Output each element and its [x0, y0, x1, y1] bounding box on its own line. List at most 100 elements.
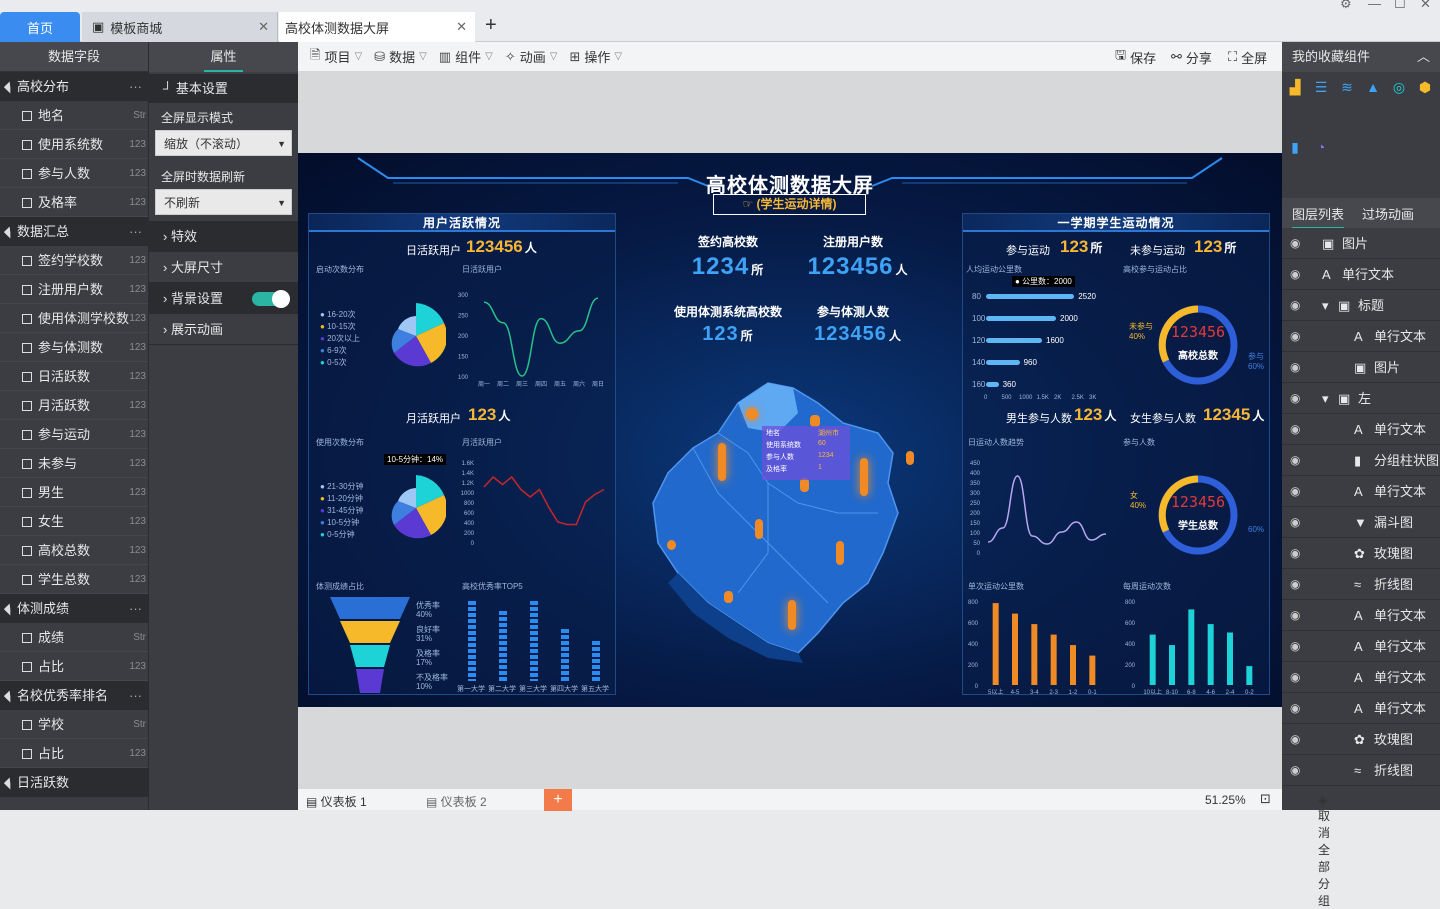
tab-dashboard[interactable]: 高校体测数据大屏 ✕	[279, 12, 475, 42]
tab-layer-list[interactable]: 图层列表	[1292, 204, 1345, 229]
eye-icon[interactable]: ◉	[1290, 352, 1300, 383]
field-item[interactable]: 成绩 Str	[0, 623, 148, 652]
fullscreen-button[interactable]: ⛶ 全屏	[1228, 42, 1267, 72]
checkbox[interactable]	[22, 198, 32, 208]
checkbox[interactable]	[22, 111, 32, 121]
checkbox[interactable]	[22, 749, 32, 759]
eye-icon[interactable]: ◉	[1290, 414, 1300, 445]
checkbox[interactable]	[22, 140, 32, 150]
eye-icon[interactable]: ◉	[1290, 228, 1300, 259]
map-marker[interactable]	[906, 451, 914, 465]
field-group[interactable]: 高校分布 ···	[0, 72, 148, 101]
layer-item[interactable]: ◉ ≈ 折线图	[1282, 755, 1440, 786]
eye-icon[interactable]: ◉	[1290, 538, 1300, 569]
field-group[interactable]: 名校优秀率排名 ···	[0, 681, 148, 710]
field-item[interactable]: 参与体测数 123	[0, 333, 148, 362]
gauge-icon[interactable]: ◔	[1312, 138, 1330, 156]
field-item[interactable]: 学生总数 123	[0, 565, 148, 594]
layer-item[interactable]: ◉ ▮ 分组柱状图	[1282, 445, 1440, 476]
donut-chart-icon[interactable]: ◎	[1390, 78, 1408, 96]
checkbox[interactable]	[22, 459, 32, 469]
field-item[interactable]: 参与运动 123	[0, 420, 148, 449]
project-menu[interactable]: 🗎 项目 ▽	[310, 46, 362, 68]
layer-item[interactable]: ◉ ≈ 折线图	[1282, 569, 1440, 600]
hexagon-icon[interactable]: ⬢	[1416, 78, 1434, 96]
more-icon[interactable]: ···	[129, 72, 142, 101]
eye-icon[interactable]: ◉	[1290, 631, 1300, 662]
save-button[interactable]: 🖫 保存	[1115, 42, 1156, 72]
eye-icon[interactable]: ◉	[1290, 476, 1300, 507]
layer-item[interactable]: ◉ ▼ 漏斗图	[1282, 507, 1440, 538]
bg-row[interactable]: › 背景设置	[149, 283, 298, 314]
column-chart-icon[interactable]: ▮	[1286, 138, 1304, 156]
layer-item[interactable]: ◉ ▾ ▣ 左	[1282, 383, 1440, 414]
bg-toggle[interactable]	[252, 290, 290, 308]
layer-item[interactable]: ◉ A 单行文本	[1282, 414, 1440, 445]
eye-icon[interactable]: ◉	[1290, 569, 1300, 600]
window-close-icon[interactable]: ✕	[1420, 0, 1431, 12]
close-icon[interactable]: ✕	[258, 19, 269, 35]
map-marker[interactable]	[800, 478, 809, 492]
checkbox[interactable]	[22, 430, 32, 440]
layer-item[interactable]: ◉ ▣ 图片	[1282, 352, 1440, 383]
eye-icon[interactable]: ◉	[1290, 755, 1300, 786]
data-menu[interactable]: ⛁ 数据 ▽	[374, 47, 427, 66]
checkbox[interactable]	[22, 488, 32, 498]
checkbox[interactable]	[22, 343, 32, 353]
field-item[interactable]: 使用体测学校数 123	[0, 304, 148, 333]
eye-icon[interactable]: ◉	[1290, 259, 1300, 290]
map-marker[interactable]	[724, 591, 733, 603]
checkbox[interactable]	[22, 314, 32, 324]
map-marker[interactable]	[746, 408, 758, 420]
checkbox[interactable]	[22, 546, 32, 556]
field-item[interactable]: 日活跃数 123	[0, 362, 148, 391]
field-item[interactable]: 学校 Str	[0, 710, 148, 739]
ungroup-button[interactable]: ◈ 取消全部分组	[1318, 793, 1330, 909]
layer-item[interactable]: ◉ A 单行文本	[1282, 476, 1440, 507]
dashboard-preview[interactable]: 高校体测数据大屏 ☞ (学生运动详情) 用户活跃情况 日活跃用户 123456 人…	[298, 153, 1282, 707]
field-item[interactable]: 参与人数 123	[0, 159, 148, 188]
field-item[interactable]: 注册用户数 123	[0, 275, 148, 304]
layer-item[interactable]: ◉ ▣ 图片	[1282, 228, 1440, 259]
eye-icon[interactable]: ◉	[1290, 290, 1300, 321]
field-item[interactable]: 女生 123	[0, 507, 148, 536]
checkbox[interactable]	[22, 169, 32, 179]
bar-line-chart-icon[interactable]: ▟	[1286, 78, 1304, 96]
more-icon[interactable]: ···	[129, 681, 142, 710]
size-row[interactable]: › 大屏尺寸	[149, 252, 298, 283]
more-icon[interactable]: ···	[129, 594, 142, 623]
layer-item[interactable]: ◉ A 单行文本	[1282, 662, 1440, 693]
layer-item[interactable]: ◉ ✿ 玫瑰图	[1282, 538, 1440, 569]
caret-down-icon[interactable]: ▾	[1322, 383, 1329, 414]
fav-header[interactable]: 我的收藏组件 ︿	[1282, 42, 1440, 72]
tab-transition[interactable]: 过场动画	[1362, 204, 1414, 223]
minimize-icon[interactable]: —	[1368, 0, 1381, 11]
horizontal-bar-icon[interactable]: ☰	[1312, 78, 1330, 96]
anim-row[interactable]: › 展示动画	[149, 314, 298, 345]
zoom-level[interactable]: 51.25%	[1205, 793, 1246, 807]
checkbox[interactable]	[22, 662, 32, 672]
checkbox[interactable]	[22, 575, 32, 585]
field-item[interactable]: 男生 123	[0, 478, 148, 507]
checkbox[interactable]	[22, 285, 32, 295]
chevron-up-icon[interactable]: ︿	[1417, 42, 1430, 72]
field-group[interactable]: 体测成绩 ···	[0, 594, 148, 623]
eye-icon[interactable]: ◉	[1290, 383, 1300, 414]
field-item[interactable]: 占比 123	[0, 739, 148, 768]
area-chart-icon[interactable]: ▲	[1364, 78, 1382, 96]
field-group[interactable]: 日活跃数	[0, 768, 148, 797]
settings-icon[interactable]: ⚙	[1340, 0, 1352, 12]
operate-menu[interactable]: ⊞ 操作 ▽	[569, 47, 622, 66]
share-button[interactable]: ⚯ 分享	[1171, 42, 1212, 72]
field-item[interactable]: 未参与 123	[0, 449, 148, 478]
field-item[interactable]: 使用系统数 123	[0, 130, 148, 159]
layer-item[interactable]: ◉ A 单行文本	[1282, 259, 1440, 290]
map-marker[interactable]	[718, 443, 726, 481]
checkbox[interactable]	[22, 517, 32, 527]
eye-icon[interactable]: ◉	[1290, 321, 1300, 352]
sheet-tab-1[interactable]: ▤ 仪表板 1	[306, 793, 367, 810]
refresh-select[interactable]: 不刷新	[155, 189, 292, 216]
tab-template-store[interactable]: ▣ 模板商城 ✕	[82, 12, 278, 42]
eye-icon[interactable]: ◉	[1290, 507, 1300, 538]
eye-icon[interactable]: ◉	[1290, 724, 1300, 755]
